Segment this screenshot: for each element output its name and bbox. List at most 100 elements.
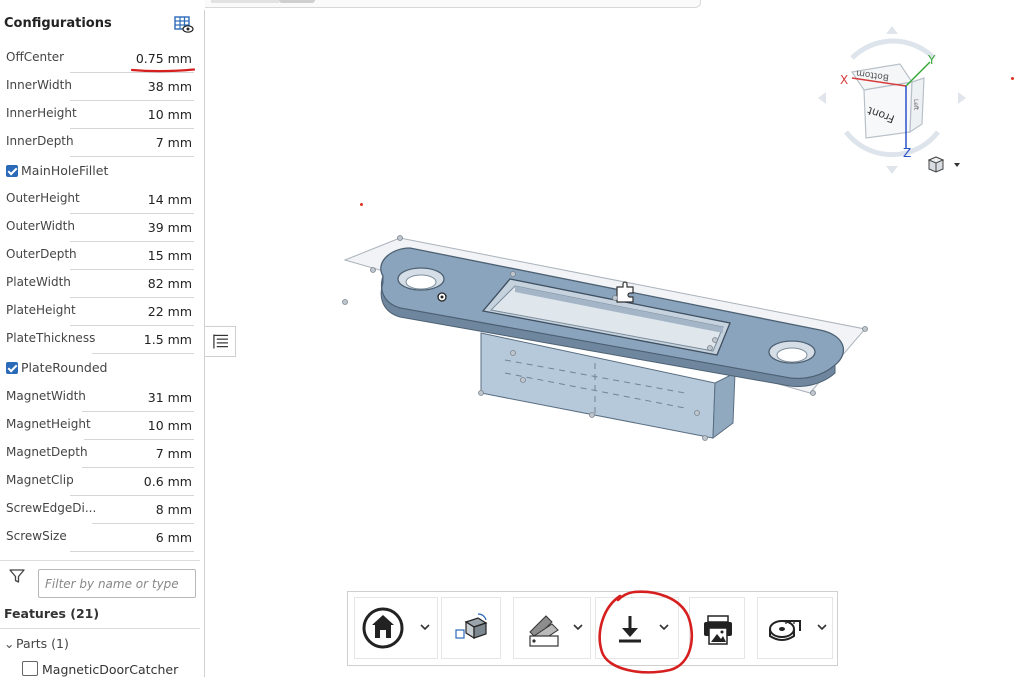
param-value[interactable]: 38 mm <box>148 79 192 94</box>
axis-label-y: Y <box>927 53 936 67</box>
checkbox-checked-icon[interactable] <box>6 362 18 374</box>
param-row[interactable]: InnerDepth 7 mm <box>0 134 204 162</box>
param-underline <box>70 551 194 552</box>
param-underline <box>92 523 194 524</box>
param-value[interactable]: 14 mm <box>148 192 192 207</box>
param-row[interactable]: OuterHeight 14 mm <box>0 191 204 219</box>
param-row[interactable]: MagnetWidth 31 mm <box>0 389 204 417</box>
param-name: ScrewSize <box>6 529 67 543</box>
filter-icon[interactable] <box>8 567 26 585</box>
param-row[interactable]: ScrewEdgeDi... 8 mm <box>0 501 204 529</box>
home-view-group[interactable] <box>354 597 438 659</box>
param-row[interactable]: MagnetHeight 10 mm <box>0 417 204 445</box>
param-name: InnerWidth <box>6 78 72 92</box>
param-underline <box>84 439 194 440</box>
chevron-down-icon[interactable] <box>419 622 431 632</box>
param-name: OuterDepth <box>6 247 77 261</box>
tab-indicator-active[interactable] <box>279 0 315 3</box>
checkbox-checked-icon[interactable] <box>6 165 18 177</box>
axis-label-x: X <box>840 73 848 87</box>
param-value[interactable]: 10 mm <box>148 107 192 122</box>
param-value[interactable]: 31 mm <box>148 390 192 405</box>
cube-view-menu-icon[interactable] <box>925 154 965 176</box>
features-heading[interactable]: Features (21) <box>4 606 99 621</box>
param-value[interactable]: 0.75 mm <box>136 51 192 66</box>
part-name: MagneticDoorCatcher <box>42 662 179 677</box>
param-name: OuterWidth <box>6 219 75 233</box>
param-name: OffCenter <box>6 50 65 64</box>
param-value[interactable]: 82 mm <box>148 276 192 291</box>
red-marker-dot <box>360 203 363 206</box>
param-name: PlateHeight <box>6 303 76 317</box>
param-underline <box>70 156 194 157</box>
param-value[interactable]: 15 mm <box>148 248 192 263</box>
param-value[interactable]: 8 mm <box>156 502 192 517</box>
part-icon <box>22 661 38 676</box>
param-value[interactable]: 1.5 mm <box>144 332 192 347</box>
tab-indicator[interactable] <box>211 0 279 3</box>
cube-label-left: Left <box>912 99 919 111</box>
param-underline <box>70 495 194 496</box>
param-row[interactable]: InnerHeight 10 mm <box>0 106 204 134</box>
param-row[interactable]: PlateWidth 82 mm <box>0 275 204 303</box>
param-underline <box>70 269 194 270</box>
param-name: ScrewEdgeDi... <box>6 501 97 515</box>
param-underline <box>70 213 194 214</box>
param-name: MagnetClip <box>6 473 74 487</box>
measure-tape-icon[interactable] <box>764 598 808 658</box>
checkbox-main-hole-fillet[interactable]: MainHoleFillet <box>6 163 196 183</box>
red-annotation-circle <box>598 590 694 674</box>
print-image-icon[interactable] <box>698 598 738 658</box>
checkbox-plate-rounded[interactable]: PlateRounded <box>6 360 196 380</box>
part-list-item[interactable]: MagneticDoorCatcher <box>22 661 178 677</box>
view-toolbar <box>347 591 838 666</box>
param-row[interactable]: OuterDepth 15 mm <box>0 247 204 275</box>
filter-input[interactable] <box>38 569 196 598</box>
home-view-icon[interactable] <box>361 598 405 658</box>
param-value[interactable]: 7 mm <box>156 446 192 461</box>
param-underline <box>70 297 194 298</box>
chevron-down-icon[interactable]: ⌄ <box>4 636 16 651</box>
chevron-down-icon[interactable] <box>816 622 828 632</box>
param-value[interactable]: 0.6 mm <box>144 474 192 489</box>
red-marker-dot <box>1011 77 1014 80</box>
param-row[interactable]: MagnetClip 0.6 mm <box>0 473 204 501</box>
document-tab-strip <box>205 0 701 8</box>
table-visibility-icon[interactable] <box>174 16 194 34</box>
parts-label: Parts (1) <box>16 636 69 651</box>
param-row[interactable]: PlateThickness 1.5 mm <box>0 331 204 359</box>
chevron-down-icon[interactable] <box>572 622 584 632</box>
param-value[interactable]: 39 mm <box>148 220 192 235</box>
checkbox-label: PlateRounded <box>21 360 108 375</box>
panel-title: Configurations <box>4 16 112 31</box>
param-name: InnerDepth <box>6 134 74 148</box>
render-style-group[interactable] <box>513 597 591 659</box>
param-underline <box>70 128 194 129</box>
param-underline <box>70 100 194 101</box>
measure-group[interactable] <box>757 597 833 659</box>
param-row[interactable]: InnerWidth 38 mm <box>0 78 204 106</box>
param-value[interactable]: 22 mm <box>148 304 192 319</box>
param-name: MagnetHeight <box>6 417 91 431</box>
param-row[interactable]: OffCenter 0.75 mm <box>0 50 204 78</box>
named-views-group[interactable] <box>441 597 501 659</box>
param-value[interactable]: 7 mm <box>156 135 192 150</box>
param-row[interactable]: OuterWidth 39 mm <box>0 219 204 247</box>
param-name: OuterHeight <box>6 191 80 205</box>
param-value[interactable]: 10 mm <box>148 418 192 433</box>
param-name: PlateWidth <box>6 275 71 289</box>
parts-group[interactable]: ⌄ Parts (1) <box>4 636 69 651</box>
param-name: MagnetWidth <box>6 389 86 403</box>
param-name: InnerHeight <box>6 106 77 120</box>
param-row[interactable]: MagnetDepth 7 mm <box>0 445 204 473</box>
param-row[interactable]: PlateHeight 22 mm <box>0 303 204 331</box>
param-underline <box>70 325 194 326</box>
axis-label-z: Z <box>903 146 911 160</box>
render-style-icon[interactable] <box>522 598 566 658</box>
param-name: PlateThickness <box>6 331 96 345</box>
panel-divider <box>0 628 200 629</box>
param-underline <box>82 411 194 412</box>
param-value[interactable]: 6 mm <box>156 530 192 545</box>
named-views-icon[interactable] <box>452 598 492 658</box>
param-row[interactable]: ScrewSize 6 mm <box>0 529 204 557</box>
